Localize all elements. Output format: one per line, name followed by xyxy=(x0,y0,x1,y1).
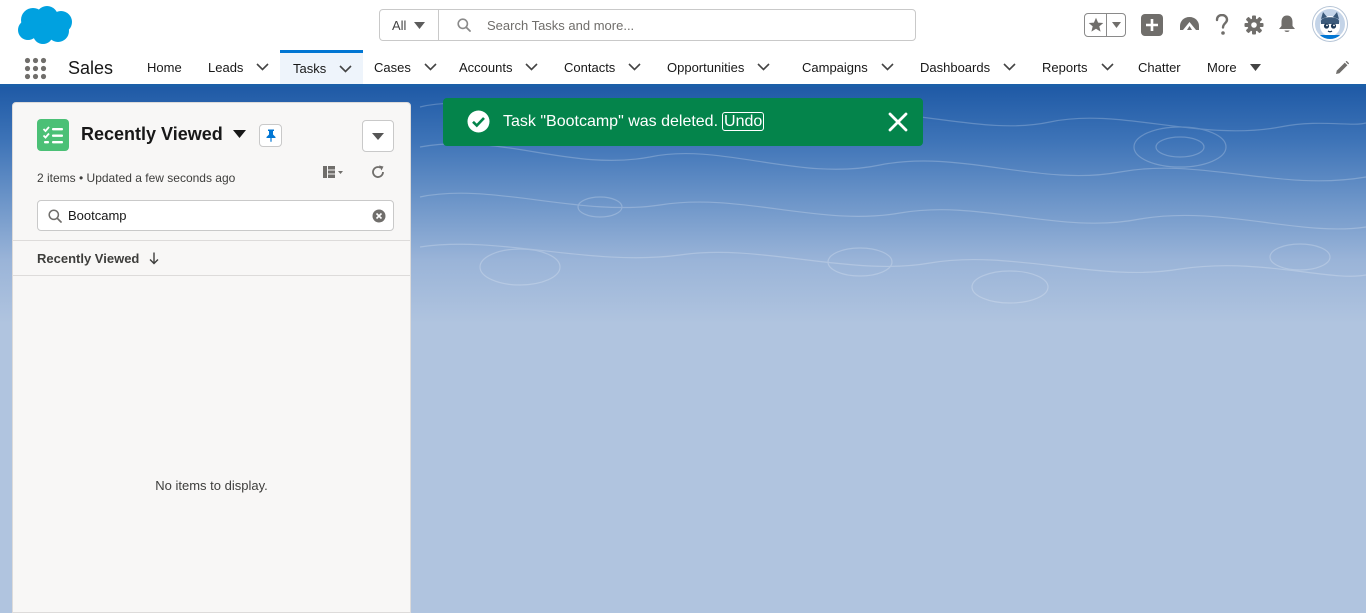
list-view-meta: 2 items • Updated a few seconds ago xyxy=(37,171,236,185)
trailhead-icon xyxy=(1180,17,1199,30)
list-search-field xyxy=(37,200,394,231)
chevron-down-icon[interactable] xyxy=(256,63,269,71)
success-check-icon xyxy=(467,110,490,133)
app-launcher-icon[interactable] xyxy=(24,57,47,80)
display-as-button[interactable] xyxy=(323,166,343,178)
empty-state-text: No items to display. xyxy=(155,478,268,493)
success-toast: Task "Bootcamp" was deleted. Undo xyxy=(443,98,923,146)
search-scope-label: All xyxy=(392,17,407,33)
chevron-down-icon xyxy=(414,21,426,29)
nav-item-label: Accounts xyxy=(459,59,513,75)
nav-item-label: More xyxy=(1207,59,1237,75)
search-input[interactable] xyxy=(487,17,867,33)
refresh-icon xyxy=(372,165,384,178)
user-avatar-icon xyxy=(1319,12,1341,39)
sort-arrow-down-icon xyxy=(149,252,159,264)
nav-item-label: Chatter xyxy=(1138,59,1181,75)
nav-item-label: Contacts xyxy=(564,59,616,75)
close-icon[interactable] xyxy=(888,112,908,132)
notifications-button[interactable] xyxy=(1276,13,1298,35)
refresh-button[interactable] xyxy=(371,165,385,179)
global-actions-button[interactable] xyxy=(1141,14,1163,36)
salesforce-logo[interactable] xyxy=(16,5,74,45)
app-name: Sales xyxy=(68,58,114,78)
nav-item-dashboards[interactable]: Dashboards xyxy=(920,50,1016,84)
search-icon xyxy=(457,18,471,32)
nav-item-label: Campaigns xyxy=(802,59,868,75)
nav-item-label: Dashboards xyxy=(920,59,991,75)
list-view-controls-button[interactable] xyxy=(362,120,394,152)
search-icon xyxy=(48,208,62,223)
global-search: All xyxy=(379,9,916,41)
task-object-icon xyxy=(37,119,69,151)
nav-item-label: Home xyxy=(147,59,182,75)
chevron-down-icon[interactable] xyxy=(757,63,770,71)
nav-item-cases[interactable]: Cases xyxy=(374,50,437,84)
favorites-list-icon[interactable] xyxy=(1107,14,1125,36)
nav-item-campaigns[interactable]: Campaigns xyxy=(802,50,894,84)
toast-message: Task "Bootcamp" was deleted. Undo xyxy=(503,112,765,131)
list-view-switcher-icon[interactable] xyxy=(233,130,246,138)
add-icon xyxy=(1146,19,1158,31)
setup-button[interactable] xyxy=(1243,14,1265,36)
table-view-icon xyxy=(323,166,343,178)
nav-item-label: Tasks xyxy=(293,61,327,76)
help-icon xyxy=(1215,14,1229,35)
help-button[interactable] xyxy=(1212,13,1232,37)
nav-item-label: Leads xyxy=(208,59,244,75)
caret-down-icon[interactable] xyxy=(1249,63,1261,71)
nav-item-label: Cases xyxy=(374,59,411,75)
nav-item-home[interactable]: Home xyxy=(147,50,182,84)
avatar[interactable] xyxy=(1313,7,1347,41)
toast-message-text: Task "Bootcamp" was deleted. xyxy=(503,113,719,130)
nav-item-reports[interactable]: Reports xyxy=(1042,50,1114,84)
nav-item-more[interactable]: More xyxy=(1207,50,1261,84)
nav-item-label: Opportunities xyxy=(667,59,745,75)
undo-link[interactable]: Undo xyxy=(722,112,765,131)
nav-item-chatter[interactable]: Chatter xyxy=(1138,50,1181,84)
app-navigation-bar: Sales Home Leads Tasks Cases Accounts Co… xyxy=(0,50,1366,87)
global-header: All xyxy=(0,0,1366,50)
chevron-down-icon[interactable] xyxy=(1003,63,1016,71)
list-search-input[interactable] xyxy=(68,208,358,223)
favorites-button[interactable] xyxy=(1084,13,1126,37)
chevron-down-icon[interactable] xyxy=(525,63,539,71)
setup-gear-icon xyxy=(1244,15,1264,35)
nav-item-opportunities[interactable]: Opportunities xyxy=(667,50,770,84)
clear-search-icon[interactable] xyxy=(372,209,386,223)
list-view-panel: Recently Viewed 2 items • Updated a few … xyxy=(12,102,411,613)
trailhead-button[interactable] xyxy=(1178,14,1201,36)
nav-item-contacts[interactable]: Contacts xyxy=(564,50,641,84)
nav-item-label: Reports xyxy=(1042,59,1088,75)
pin-icon xyxy=(266,129,275,142)
chevron-down-icon[interactable] xyxy=(628,63,641,71)
nav-item-accounts[interactable]: Accounts xyxy=(459,50,539,84)
search-field xyxy=(439,10,915,40)
column-header-label: Recently Viewed xyxy=(37,250,140,266)
column-header-recently-viewed[interactable]: Recently Viewed xyxy=(13,240,410,276)
caret-down-icon xyxy=(372,132,384,140)
chevron-down-icon[interactable] xyxy=(339,64,352,73)
list-view-title[interactable]: Recently Viewed xyxy=(81,124,223,145)
chevron-down-icon[interactable] xyxy=(424,63,437,71)
favorites-star-icon[interactable] xyxy=(1085,14,1107,36)
search-scope-select[interactable]: All xyxy=(380,10,439,40)
chevron-down-icon[interactable] xyxy=(1100,63,1114,71)
nav-item-leads[interactable]: Leads xyxy=(208,50,269,84)
edit-pencil-icon[interactable] xyxy=(1335,61,1349,75)
chevron-down-icon[interactable] xyxy=(881,63,894,71)
nav-item-tasks[interactable]: Tasks xyxy=(280,50,363,84)
pin-list-view-button[interactable] xyxy=(259,124,282,147)
notifications-bell-icon xyxy=(1279,15,1295,32)
